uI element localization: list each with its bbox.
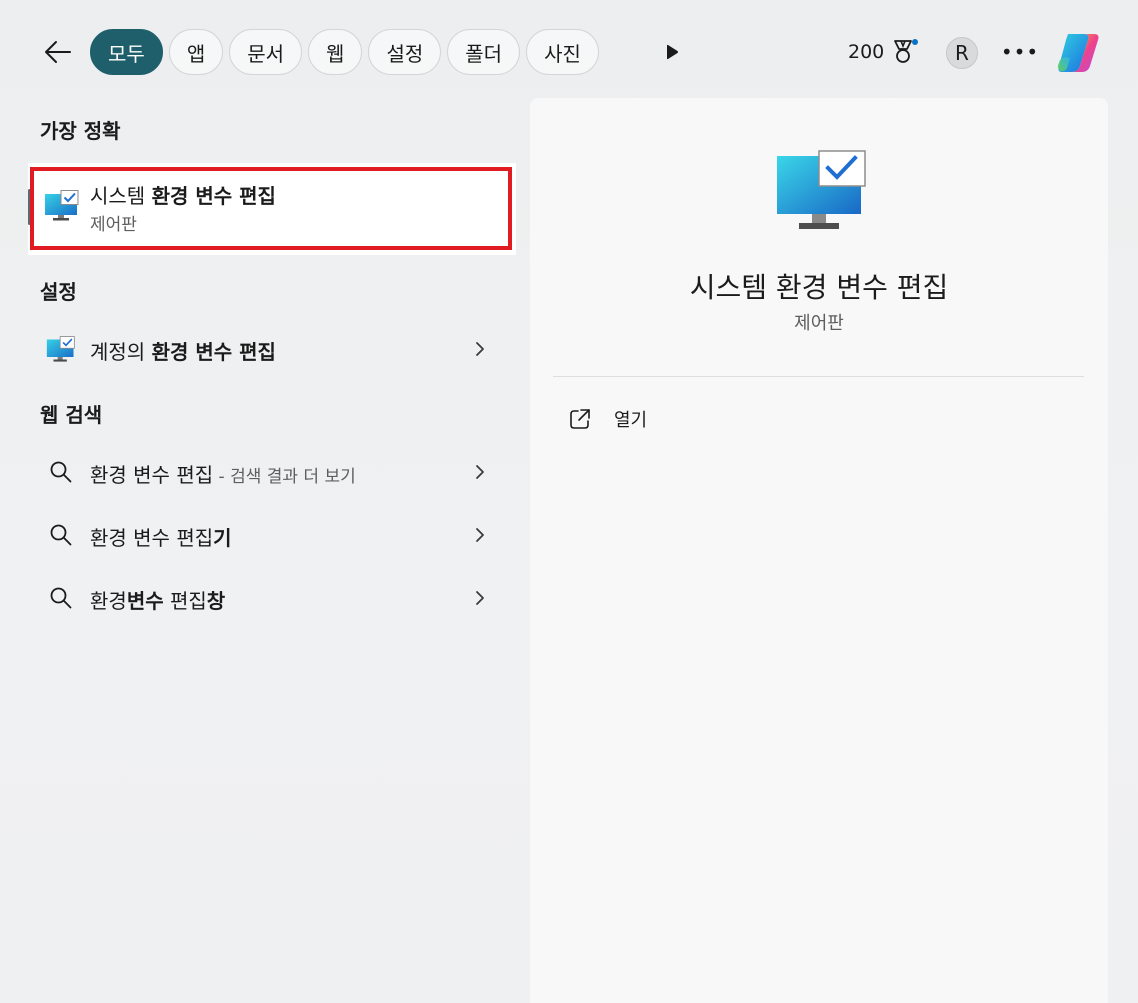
web-search-plain: 환경 변수 편집	[90, 463, 214, 487]
more-options-button[interactable]: •••	[1001, 36, 1038, 68]
settings-result-plain: 계정의	[90, 340, 152, 364]
settings-heading: 설정	[40, 280, 77, 304]
best-match-heading: 가장 정확	[40, 119, 121, 143]
copilot-button[interactable]	[1054, 30, 1102, 76]
play-icon	[667, 44, 678, 60]
web-search-item[interactable]: 환경변수 편집창	[28, 570, 516, 626]
notification-dot	[912, 39, 919, 45]
search-icon	[46, 584, 76, 612]
preview-subtitle: 제어판	[794, 313, 844, 334]
web-search-plain: 환경 변수 편집	[90, 526, 214, 550]
tab-apps[interactable]: 앱	[168, 29, 224, 75]
tab-folders[interactable]: 폴더	[447, 29, 521, 75]
arrow-left-icon	[45, 41, 71, 63]
rewards-points[interactable]: 200	[848, 36, 919, 68]
search-icon	[46, 521, 76, 549]
chevron-right-icon	[476, 342, 484, 356]
filter-tabs: 모두 앱 문서 웹 설정 폴더 사진	[90, 29, 599, 75]
chevron-right-icon	[476, 465, 484, 479]
web-search-label: 환경변수 편집창	[90, 585, 225, 614]
avatar[interactable]: R	[946, 37, 978, 69]
web-search-bold: 기	[213, 526, 232, 550]
web-search-label: 환경 변수 편집 - 검색 결과 더 보기	[90, 459, 356, 488]
web-search-label: 환경 변수 편집기	[90, 522, 232, 551]
web-search-bold-2: 창	[206, 589, 226, 613]
tab-all[interactable]: 모두	[90, 29, 163, 75]
monitor-check-icon	[46, 335, 76, 363]
settings-result-item[interactable]: 계정의 환경 변수 편집	[28, 321, 516, 377]
search-filter-bar: 모두 앱 문서 웹 설정 폴더 사진 200 R •••	[0, 0, 1138, 100]
red-highlight-box	[30, 167, 512, 250]
web-search-bold: 변수	[126, 589, 164, 613]
open-label: 열기	[614, 410, 648, 431]
tab-web[interactable]: 웹	[308, 29, 363, 75]
web-search-item[interactable]: 환경 변수 편집기	[28, 507, 516, 563]
web-search-heading: 웹 검색	[40, 403, 103, 427]
preview-divider	[553, 376, 1084, 377]
settings-result-bold: 환경 변수 편집	[151, 340, 276, 364]
back-button[interactable]	[40, 34, 76, 70]
tab-documents[interactable]: 문서	[229, 29, 303, 75]
copilot-icon	[1057, 34, 1099, 72]
tab-settings[interactable]: 설정	[368, 29, 442, 75]
chevron-right-icon	[476, 528, 484, 542]
search-icon	[46, 458, 76, 486]
best-match-result[interactable]: 시스템 환경 변수 편집 제어판	[28, 163, 516, 255]
web-search-item[interactable]: 환경 변수 편집 - 검색 결과 더 보기	[28, 444, 516, 500]
chevron-right-icon	[476, 591, 484, 605]
tab-photos[interactable]: 사진	[526, 29, 599, 75]
medal-icon	[890, 38, 919, 66]
points-value: 200	[848, 41, 885, 63]
preview-panel: 시스템 환경 변수 편집 제어판 열기	[530, 98, 1108, 1003]
monitor-check-icon	[775, 150, 867, 238]
more-filters-button[interactable]	[656, 36, 688, 68]
web-search-plain: 환경	[90, 589, 127, 613]
open-external-icon	[570, 409, 590, 429]
web-search-suffix: - 검색 결과 더 보기	[213, 467, 356, 487]
open-button[interactable]: 열기	[568, 402, 647, 436]
settings-result-label: 계정의 환경 변수 편집	[90, 336, 276, 365]
preview-title: 시스템 환경 변수 편집	[689, 271, 949, 304]
web-search-plain-2: 편집	[163, 589, 207, 613]
